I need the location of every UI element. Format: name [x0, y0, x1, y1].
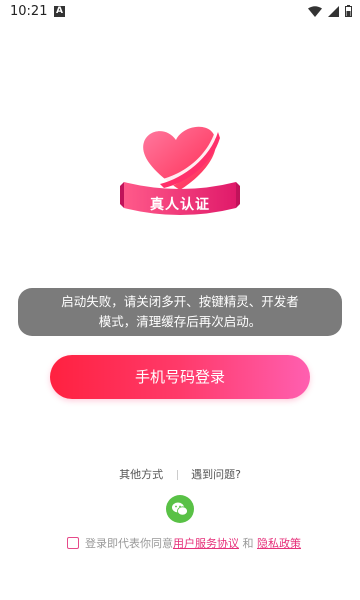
divider [176, 470, 178, 480]
status-icons [308, 5, 352, 17]
battery-icon [345, 5, 352, 17]
agreement-checkbox[interactable] [67, 537, 79, 549]
signal-icon [328, 5, 339, 17]
status-time: 10:21 [10, 4, 48, 19]
other-methods-link[interactable]: 其他方式 [119, 468, 163, 481]
wechat-login-button[interactable] [166, 495, 194, 523]
wifi-icon [308, 5, 322, 17]
phone-login-button[interactable]: 手机号码登录 [50, 355, 310, 399]
app-logo: 真人认证 [120, 118, 240, 220]
agreement-row: 登录即代表你同意用户服务协议 和 隐私政策 [67, 535, 327, 551]
wechat-icon [172, 502, 188, 516]
notification-icon: A [54, 6, 65, 17]
other-options-row: 其他方式 遇到问题? [0, 466, 360, 482]
agreement-and: 和 [239, 537, 257, 550]
error-toast: 启动失败，请关闭多开、按键精灵、开发者 模式，清理缓存后再次启动。 [18, 288, 342, 336]
privacy-policy-link[interactable]: 隐私政策 [257, 537, 301, 550]
status-bar: 10:21 A [0, 0, 360, 24]
toast-line-1: 启动失败，请关闭多开、按键精灵、开发者 [61, 294, 299, 309]
toast-line-2: 模式，清理缓存后再次启动。 [98, 314, 262, 329]
user-agreement-link[interactable]: 用户服务协议 [173, 537, 239, 550]
help-link[interactable]: 遇到问题? [191, 468, 241, 481]
agreement-prefix: 登录即代表你同意 [85, 537, 173, 550]
logo-text: 真人认证 [150, 197, 210, 213]
